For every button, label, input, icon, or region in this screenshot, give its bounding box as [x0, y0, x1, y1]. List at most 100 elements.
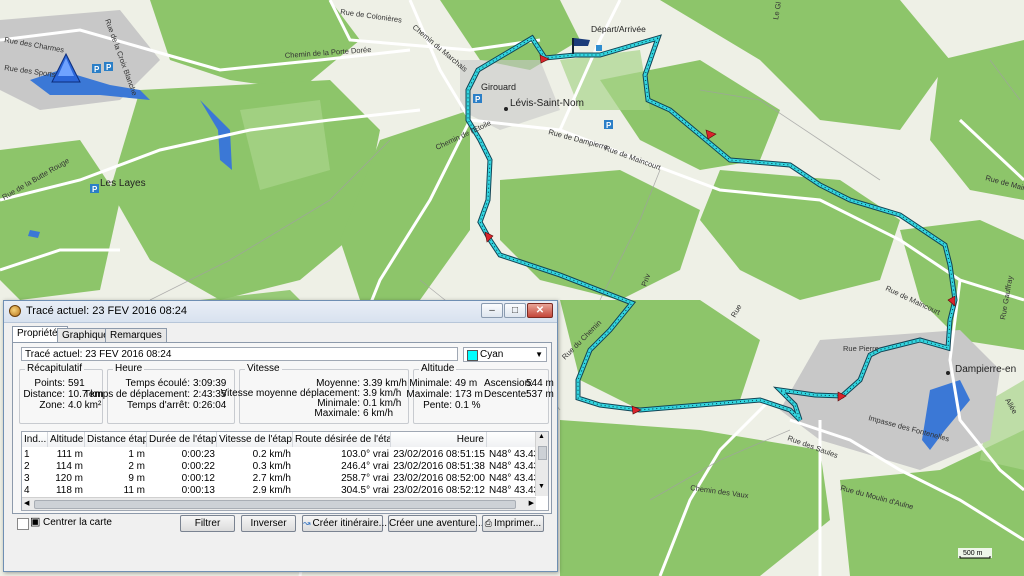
column-header[interactable]: Heure	[391, 432, 487, 447]
table-cell[interactable]: N48° 43.435'	[487, 485, 536, 496]
table-cell[interactable]: 23/02/2016 08:51:15	[391, 449, 487, 460]
table-cell[interactable]: 2	[22, 461, 48, 472]
elapsed-label: Temps écoulé:	[125, 378, 190, 389]
table-cell[interactable]: 0.2 km/h	[217, 449, 293, 460]
minimize-button[interactable]: –	[481, 303, 503, 318]
place-levis: Lévis-Saint-Nom	[510, 98, 584, 109]
moving-label: Temps de déplacement:	[83, 389, 190, 400]
table-cell[interactable]: 246.4° vrai	[293, 461, 391, 472]
distance-label: Distance:	[23, 389, 65, 400]
table-cell[interactable]: 1	[22, 449, 48, 460]
center-map-label: Centrer la carte	[43, 517, 112, 528]
dialog-titlebar[interactable]: Tracé actuel: 23 FEV 2016 08:24 – □ ✕	[4, 301, 557, 323]
column-header[interactable]: Vitesse de l'étape	[217, 432, 293, 447]
print-label: Imprimer...	[493, 518, 542, 529]
time-title: Heure	[113, 363, 145, 374]
scroll-up-icon[interactable]: ▲	[537, 433, 546, 445]
table-cell[interactable]: 1 m	[85, 449, 147, 460]
dialog-title: Tracé actuel: 23 FEV 2016 08:24	[26, 305, 188, 317]
vertical-scrollbar[interactable]: ▲ ▼	[535, 432, 548, 496]
column-header[interactable]: Altitude	[48, 432, 85, 447]
table-cell[interactable]: 118 m	[48, 485, 85, 496]
scroll-down-icon[interactable]: ▼	[537, 483, 546, 495]
app-icon	[9, 305, 21, 317]
scale-label: 500 m	[963, 550, 983, 557]
ascent-value: 544 m	[526, 378, 554, 389]
summary-title: Récapitulatif	[25, 363, 85, 374]
create-adventure-button[interactable]: Créer une aventure...	[388, 515, 484, 532]
table-cell[interactable]: N48° 43.436'	[487, 473, 536, 484]
table-cell[interactable]: 9 m	[85, 473, 147, 484]
table-cell[interactable]: 23/02/2016 08:51:38	[391, 461, 487, 472]
table-cell[interactable]: 258.7° vrai	[293, 473, 391, 484]
table-cell[interactable]: 111 m	[48, 449, 85, 460]
speed-title: Vitesse	[245, 363, 282, 374]
close-button[interactable]: ✕	[527, 303, 553, 318]
tab-notes[interactable]: Remarques	[105, 328, 167, 343]
place-dampierre: Dampierre-en	[955, 364, 1016, 375]
table-cell[interactable]: 0:00:22	[147, 461, 217, 472]
table-cell[interactable]: 2.9 km/h	[217, 485, 293, 496]
points-table[interactable]: Ind... Altitude Distance étape Durée de …	[21, 431, 549, 511]
print-button[interactable]: ⎙ Imprimer...	[482, 515, 544, 532]
table-cell[interactable]: 4	[22, 485, 48, 496]
color-name: Cyan	[480, 349, 504, 360]
column-header[interactable]: Ind...	[22, 432, 48, 447]
altitude-group: Altitude Minimale: 49 m Maximale: 173 m …	[406, 363, 554, 424]
table-cell[interactable]: 0:00:13	[147, 485, 217, 496]
table-cell[interactable]: 0:00:23	[147, 449, 217, 460]
create-route-button[interactable]: ↝ Créer itinéraire...	[302, 515, 387, 532]
column-header[interactable]: Route désirée de l'étape	[293, 432, 391, 447]
track-name-input[interactable]: Tracé actuel: 23 FEV 2016 08:24	[21, 347, 458, 361]
scroll-thumb[interactable]	[538, 446, 547, 460]
table-cell[interactable]: 23/02/2016 08:52:00	[391, 473, 487, 484]
properties-panel: Tracé actuel: 23 FEV 2016 08:24 Cyan ▼ R…	[12, 342, 554, 514]
table-cell[interactable]: 103.0° vrai	[293, 449, 391, 460]
max-speed-value: 6 km/h	[363, 408, 394, 419]
column-header[interactable]: Durée de l'étape	[147, 432, 217, 447]
table-cell[interactable]: 0.3 km/h	[217, 461, 293, 472]
start-label: Départ/Arrivée	[591, 24, 646, 34]
slope-label: Pente:	[423, 400, 452, 411]
scale-bar: 500 m	[958, 548, 992, 559]
column-header[interactable]	[487, 432, 536, 447]
reverse-button[interactable]: Inverser	[241, 515, 296, 532]
table-cell[interactable]: 0:00:12	[147, 473, 217, 484]
table-cell[interactable]: 304.5° vrai	[293, 485, 391, 496]
filter-button-label: Filtrer	[194, 518, 221, 529]
table-cell[interactable]: 120 m	[48, 473, 85, 484]
horizontal-scrollbar[interactable]: ◀ ▶	[22, 497, 536, 510]
points-label: Points:	[34, 378, 65, 389]
table-cell[interactable]: 2.7 km/h	[217, 473, 293, 484]
route-icon: ↝	[303, 518, 311, 528]
column-header[interactable]: Distance étape	[85, 432, 147, 447]
svg-text:P: P	[106, 63, 112, 72]
table-cell[interactable]: 3	[22, 473, 48, 484]
table-cell[interactable]: 2 m	[85, 461, 147, 472]
center-map-checkbox[interactable]	[17, 518, 29, 530]
speed-group: Vitesse Moyenne: 3.39 km/h Vitesse moyen…	[221, 363, 409, 424]
svg-text:P: P	[92, 185, 98, 194]
zone-label: Zone:	[39, 400, 65, 411]
scroll-thumb[interactable]	[34, 500, 516, 509]
points-value: 591	[68, 378, 85, 389]
filter-button[interactable]: Filtrer	[180, 515, 235, 532]
scroll-right-icon[interactable]: ▶	[529, 499, 534, 507]
slope-value: 0.1 %	[455, 400, 481, 411]
svg-text:P: P	[94, 65, 100, 74]
maximize-button[interactable]: □	[504, 303, 526, 318]
table-cell[interactable]: 11 m	[85, 485, 147, 496]
max-alt-label: Maximale:	[406, 389, 452, 400]
table-cell[interactable]: 114 m	[48, 461, 85, 472]
table-cell[interactable]: 23/02/2016 08:52:12	[391, 485, 487, 496]
min-alt-value: 49 m	[455, 378, 478, 389]
color-select[interactable]: Cyan ▼	[463, 347, 547, 362]
table-cell[interactable]: N48° 43.436'	[487, 461, 536, 472]
chevron-down-icon: ▼	[535, 350, 543, 359]
time-group: Heure Temps écoulé: 3:09:39 Temps de dép…	[84, 363, 235, 424]
scroll-left-icon[interactable]: ◀	[24, 499, 29, 507]
create-route-label: Créer itinéraire...	[312, 518, 388, 529]
printer-icon: ⎙	[484, 518, 492, 528]
table-cell[interactable]: N48° 43.437'	[487, 449, 536, 460]
town-dot	[504, 107, 508, 111]
